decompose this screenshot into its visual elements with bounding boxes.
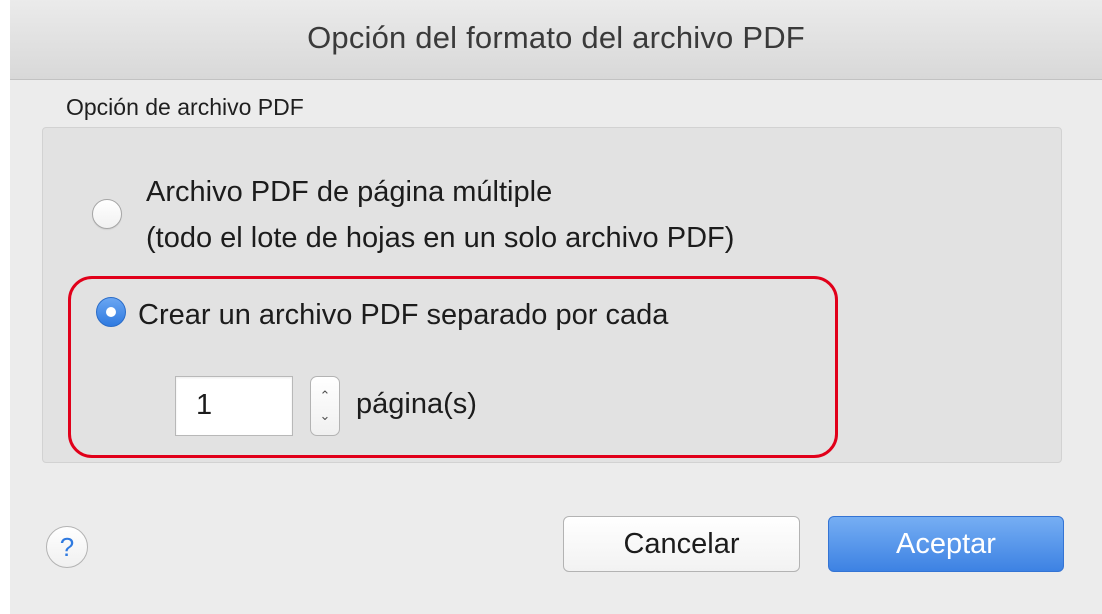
radio-multipage-pdf[interactable] bbox=[92, 199, 122, 229]
pages-stepper[interactable]: ⌃ ⌄ bbox=[310, 376, 340, 436]
help-icon[interactable]: ? bbox=[46, 526, 88, 568]
stepper-down-icon[interactable]: ⌄ bbox=[311, 409, 339, 423]
group-label: Opción de archivo PDF bbox=[66, 94, 304, 120]
option-multipage-sublabel[interactable]: (todo el lote de hojas en un solo archiv… bbox=[146, 218, 734, 258]
cancel-button[interactable]: Cancelar bbox=[563, 516, 800, 572]
dialog-title: Opción del formato del archivo PDF bbox=[307, 20, 805, 55]
option-separate-label[interactable]: Crear un archivo PDF separado por cada bbox=[138, 295, 668, 335]
accept-button[interactable]: Aceptar bbox=[828, 516, 1064, 572]
option-multipage-label[interactable]: Archivo PDF de página múltiple bbox=[146, 172, 552, 212]
pages-count-input[interactable]: 1 bbox=[175, 376, 293, 436]
stepper-up-icon[interactable]: ⌃ bbox=[311, 389, 339, 403]
title-bar[interactable]: Opción del formato del archivo PDF bbox=[10, 0, 1102, 80]
pdf-format-dialog: Opción del formato del archivo PDF Opció… bbox=[10, 0, 1102, 614]
radio-selected-dot bbox=[106, 307, 116, 317]
radio-separate-pdf[interactable] bbox=[96, 297, 126, 327]
pages-unit-label: página(s) bbox=[356, 388, 477, 420]
